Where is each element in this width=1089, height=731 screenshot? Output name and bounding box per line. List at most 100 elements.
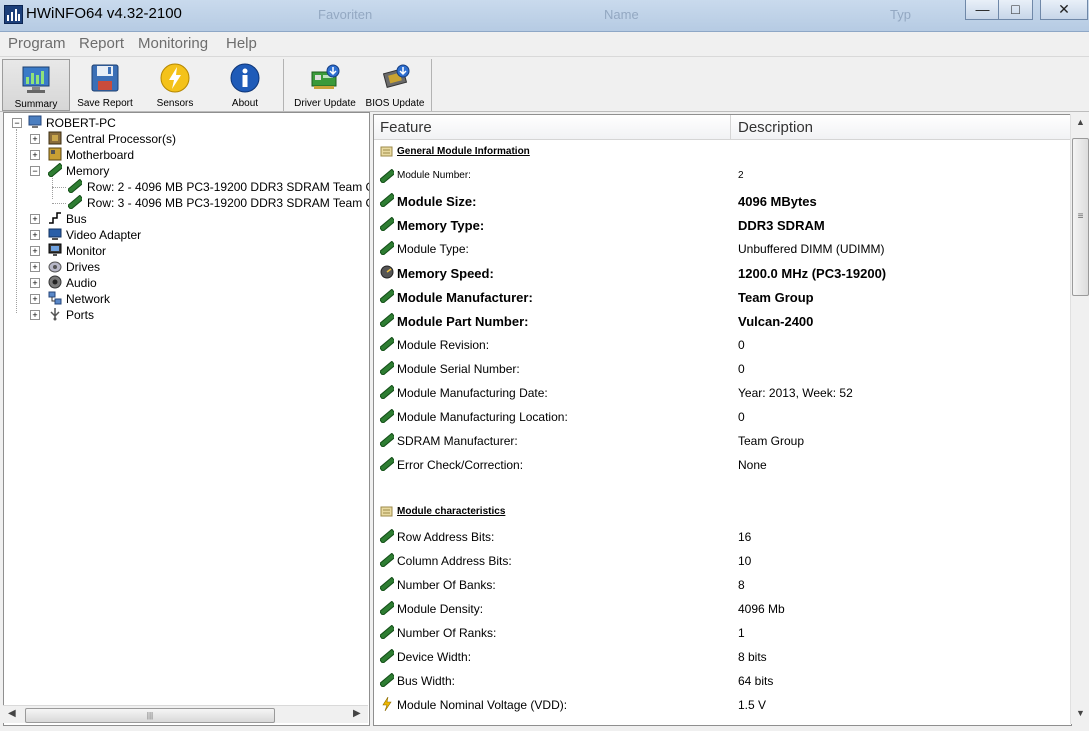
menu-help[interactable]: Help <box>226 35 257 52</box>
section-header-row[interactable]: General Module Information <box>374 141 1071 165</box>
expand-icon[interactable]: + <box>30 230 40 240</box>
tree-item-memory[interactable]: − Memory <box>8 163 368 179</box>
save-report-button[interactable]: Save Report <box>72 59 138 111</box>
tree-item-cpu[interactable]: + Central Processor(s) <box>8 131 368 147</box>
tree-item-ports[interactable]: + Ports <box>8 307 368 323</box>
tree-root-label: ROBERT-PC <box>46 116 116 130</box>
menu-bar: Program Report Monitoring Help <box>0 32 1089 57</box>
description-cell: DDR3 SDRAM <box>738 218 825 233</box>
feature-cell: Row Address Bits: <box>397 530 495 544</box>
detail-row[interactable]: Module Revision: 0 <box>374 333 1071 357</box>
memory-module-icon <box>48 163 62 177</box>
menu-monitoring[interactable]: Monitoring <box>138 35 208 52</box>
detail-row[interactable]: Module Size: 4096 MBytes <box>374 189 1071 213</box>
maximize-button[interactable]: □ <box>998 0 1033 20</box>
tree-horizontal-scrollbar[interactable]: ◀ ||| ▶ <box>3 705 368 723</box>
tree-item-label: Audio <box>66 276 97 290</box>
description-column-header[interactable]: Description <box>738 119 813 136</box>
expand-icon[interactable]: + <box>30 134 40 144</box>
sensors-button[interactable]: Sensors <box>142 59 208 111</box>
detail-row[interactable]: Module Manufacturer: Team Group <box>374 285 1071 309</box>
collapse-icon[interactable]: − <box>12 118 22 128</box>
hwinfo-app-icon[interactable] <box>4 5 23 24</box>
tree-item-bus[interactable]: + Bus <box>8 211 368 227</box>
description-cell: Year: 2013, Week: 52 <box>738 386 853 400</box>
menu-report[interactable]: Report <box>79 35 124 52</box>
bios-update-button[interactable]: BIOS Update <box>362 59 428 111</box>
expand-icon[interactable]: + <box>30 278 40 288</box>
detail-row[interactable]: SDRAM Manufacturer: Team Group <box>374 429 1071 453</box>
details-vertical-scrollbar[interactable]: ▲ ≡ ▼ <box>1070 114 1089 724</box>
tree-item-video-adapter[interactable]: + Video Adapter <box>8 227 368 243</box>
column-separator[interactable] <box>730 115 731 139</box>
tree-root[interactable]: − ROBERT-PC <box>8 115 368 131</box>
memory-module-icon <box>380 385 394 399</box>
scrollbar-thumb[interactable]: ||| <box>25 708 275 723</box>
detail-row[interactable]: Row Address Bits: 16 <box>374 525 1071 549</box>
background-window-text: Favoriten <box>318 7 373 22</box>
detail-row[interactable]: Module Manufacturing Location: 0 <box>374 405 1071 429</box>
section-note-icon <box>380 506 393 517</box>
tree-item-memory-row-3[interactable]: Row: 3 - 4096 MB PC3-19200 DDR3 SDRAM Te… <box>8 195 369 211</box>
description-cell: Unbuffered DIMM (UDIMM) <box>738 242 885 256</box>
tree-item-label: Row: 2 - 4096 MB PC3-19200 DDR3 SDRAM Te… <box>87 180 370 194</box>
tree-item-network[interactable]: + Network <box>8 291 368 307</box>
section-header-row[interactable]: Module characteristics <box>374 501 1071 525</box>
detail-row[interactable]: Module Serial Number: 0 <box>374 357 1071 381</box>
feature-cell: Module Number: <box>397 170 471 181</box>
feature-cell: Module Serial Number: <box>397 362 520 376</box>
tree-item-memory-row-2[interactable]: Row: 2 - 4096 MB PC3-19200 DDR3 SDRAM Te… <box>8 179 370 195</box>
expand-icon[interactable]: + <box>30 246 40 256</box>
tree-item-motherboard[interactable]: + Motherboard <box>8 147 368 163</box>
feature-cell: Module Size: <box>397 194 477 209</box>
detail-row[interactable]: Memory Type: DDR3 SDRAM <box>374 213 1071 237</box>
detail-row[interactable]: Number Of Banks: 8 <box>374 573 1071 597</box>
minimize-button[interactable]: — <box>965 0 1000 20</box>
tree-item-label: Bus <box>66 212 87 226</box>
tree-item-audio[interactable]: + Audio <box>8 275 368 291</box>
device-tree[interactable]: − ROBERT-PC + Central Processor(s) + Mot… <box>3 112 370 726</box>
about-button[interactable]: About <box>212 59 278 111</box>
expand-icon[interactable]: + <box>30 150 40 160</box>
driver-update-button[interactable]: Driver Update <box>291 59 359 111</box>
feature-cell: Memory Type: <box>397 218 485 233</box>
feature-cell: Module Part Number: <box>397 314 529 329</box>
detail-row[interactable]: Bus Width: 64 bits <box>374 669 1071 693</box>
detail-row[interactable]: Device Width: 8 bits <box>374 645 1071 669</box>
detail-row[interactable]: Module Manufacturing Date: Year: 2013, We… <box>374 381 1071 405</box>
detail-row[interactable]: Error Check/Correction: None <box>374 453 1071 477</box>
feature-cell: SDRAM Manufacturer: <box>397 434 518 448</box>
scroll-right-icon[interactable]: ▶ <box>353 708 361 719</box>
detail-row[interactable]: Module Number: 2 <box>374 165 1071 189</box>
expand-icon[interactable]: + <box>30 262 40 272</box>
details-list[interactable]: Feature Description General Module Infor… <box>373 114 1072 726</box>
tree-item-monitor[interactable]: + Monitor <box>8 243 368 259</box>
scroll-up-icon[interactable]: ▲ <box>1076 117 1085 127</box>
memory-module-icon <box>380 313 394 327</box>
detail-row[interactable]: Module Nominal Voltage (VDD): 1.5 V <box>374 693 1071 717</box>
expand-icon[interactable]: + <box>30 214 40 224</box>
scroll-left-icon[interactable]: ◀ <box>8 708 16 719</box>
detail-row[interactable]: Module Part Number: Vulcan-2400 <box>374 309 1071 333</box>
memory-module-icon <box>380 649 394 663</box>
tree-item-drives[interactable]: + Drives <box>8 259 368 275</box>
description-cell: 0 <box>738 338 745 352</box>
close-button[interactable]: ✕ <box>1040 0 1088 20</box>
expand-icon[interactable]: + <box>30 310 40 320</box>
detail-row[interactable]: Memory Speed: 1200.0 MHz (PC3-19200) <box>374 261 1071 285</box>
expand-icon[interactable]: + <box>30 294 40 304</box>
memory-module-icon <box>380 289 394 303</box>
detail-row[interactable]: Module Density: 4096 Mb <box>374 597 1071 621</box>
menu-program[interactable]: Program <box>8 35 66 52</box>
summary-button[interactable]: Summary <box>2 59 70 111</box>
feature-column-header[interactable]: Feature <box>380 119 432 136</box>
detail-row[interactable]: Column Address Bits: 10 <box>374 549 1071 573</box>
detail-row[interactable]: Module Type: Unbuffered DIMM (UDIMM) <box>374 237 1071 261</box>
scroll-down-icon[interactable]: ▼ <box>1076 708 1085 718</box>
feature-cell: Module Manufacturing Date: <box>397 386 548 400</box>
detail-row[interactable]: Number Of Ranks: 1 <box>374 621 1071 645</box>
description-cell: 16 <box>738 530 752 544</box>
scrollbar-thumb[interactable]: ≡ <box>1072 138 1089 296</box>
toolbar: Summary Save Report Sensors About Driver… <box>0 57 1089 112</box>
collapse-icon[interactable]: − <box>30 166 40 176</box>
